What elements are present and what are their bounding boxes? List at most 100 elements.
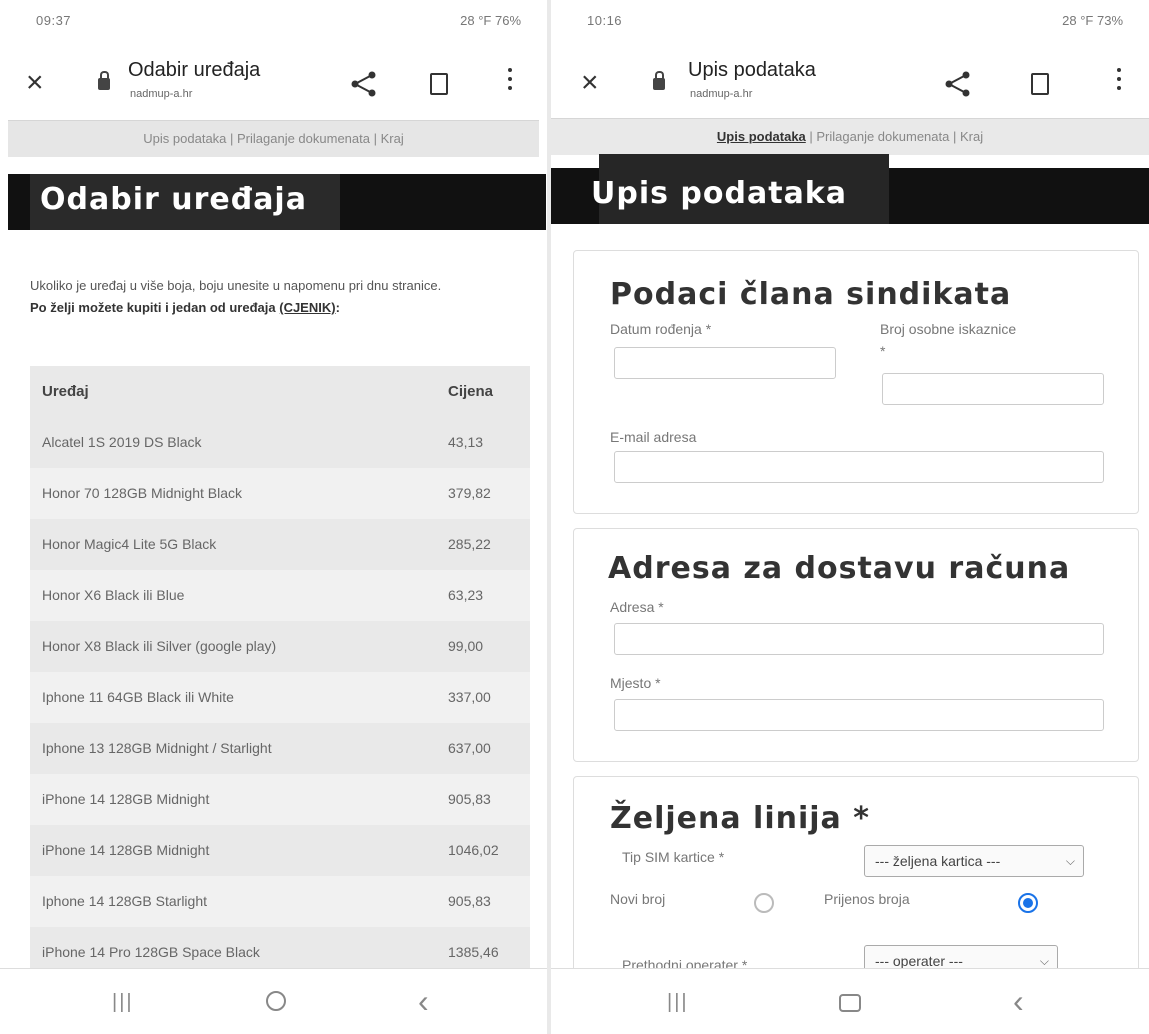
intro-line-1: Ukoliko je uređaj u više boja, boju unes…	[30, 278, 442, 293]
toolbar-title: Upis podataka	[688, 59, 816, 81]
system-nav-bar: ||| ‹	[551, 968, 1149, 1034]
sim-type-label: Tip SIM kartice *	[622, 849, 725, 865]
device-name: Alcatel 1S 2019 DS Black	[42, 434, 202, 450]
lock-icon	[653, 71, 665, 90]
new-number-label: Novi broj	[610, 891, 666, 907]
page-title: Upis podataka	[591, 176, 848, 211]
home-icon[interactable]	[266, 991, 286, 1011]
device-price: 905,83	[448, 893, 491, 909]
menu-icon[interactable]	[508, 68, 512, 95]
share-icon[interactable]	[350, 70, 378, 98]
breadcrumb: Upis podataka | Prilaganje dokumenata | …	[8, 120, 539, 157]
page-title: Odabir uređaja	[40, 182, 307, 217]
address-field[interactable]	[614, 623, 1104, 655]
address-label: Adresa *	[610, 599, 664, 615]
device-price: 637,00	[448, 740, 491, 756]
device-price: 1046,02	[448, 842, 499, 858]
toolbar-title: Odabir uređaja	[128, 59, 261, 81]
status-indicators: 28 °F 73%	[1062, 13, 1123, 28]
browser-toolbar: × Upis podataka nadmup-a.hr	[551, 50, 1149, 116]
port-number-radio[interactable]	[1018, 893, 1038, 913]
status-bar: 09:37 28 °F 76%	[0, 0, 547, 40]
table-row: Iphone 11 64GB Black ili White 337,00	[30, 672, 530, 723]
table-row: Honor X6 Black ili Blue 63,23	[30, 570, 530, 621]
table-header: Uređaj Cijena	[30, 366, 530, 417]
device-price: 63,23	[448, 587, 484, 603]
table-row: Iphone 14 128GB Starlight 905,83	[30, 876, 530, 927]
device-name: Iphone 14 128GB Starlight	[42, 893, 208, 909]
email-field[interactable]	[614, 451, 1104, 483]
menu-icon[interactable]	[1117, 68, 1121, 95]
table-row: iPhone 14 128GB Midnight 905,83	[30, 774, 530, 825]
recents-icon[interactable]: |||	[667, 991, 689, 1014]
device-name: Honor Magic4 Lite 5G Black	[42, 536, 217, 552]
device-name: iPhone 14 128GB Midnight	[42, 791, 210, 807]
intro-line-2: Po želji možete kupiti i jedan od uređaj…	[30, 297, 500, 319]
device-price: 1385,46	[448, 944, 499, 960]
id-number-label: Broj osobne iskaznice	[880, 321, 1017, 337]
id-number-field[interactable]	[882, 373, 1104, 405]
device-price: 337,00	[448, 689, 491, 705]
device-name: Honor X6 Black ili Blue	[42, 587, 185, 603]
device-name: Iphone 11 64GB Black ili White	[42, 689, 234, 705]
table-row: Iphone 13 128GB Midnight / Starlight 637,…	[30, 723, 530, 774]
sim-type-value: --- željena kartica ---	[875, 853, 1001, 869]
intro-line-2-text: Po želji možete kupiti i jedan od uređaj…	[30, 300, 276, 315]
breadcrumb-rest: | Prilaganje dokumenata | Kraj	[805, 129, 984, 144]
city-field[interactable]	[614, 699, 1104, 731]
lock-icon	[98, 71, 110, 90]
close-icon[interactable]: ×	[26, 68, 44, 98]
status-time: 09:37	[36, 13, 72, 28]
system-nav-bar: ||| ‹	[0, 968, 547, 1034]
table-row: Honor X8 Black ili Silver (google play) 9…	[30, 621, 530, 672]
intro-text: Ukoliko je uređaj u više boja, boju unes…	[30, 275, 500, 319]
close-icon[interactable]: ×	[581, 68, 599, 98]
breadcrumb-active[interactable]: Upis podataka	[717, 129, 806, 144]
dob-label: Datum rođenja *	[610, 321, 712, 337]
back-icon[interactable]: ‹	[1013, 983, 1024, 1020]
member-data-card: Podaci člana sindikata Datum rođenja * B…	[573, 250, 1139, 514]
device-name: iPhone 14 128GB Midnight	[42, 842, 210, 858]
intro-colon: :	[335, 300, 340, 315]
operator-value: --- operater ---	[875, 953, 963, 969]
device-name: Honor 70 128GB Midnight Black	[42, 485, 242, 501]
device-table: Uređaj Cijena Alcatel 1S 2019 DS Black 43…	[30, 366, 530, 978]
device-name: Honor X8 Black ili Silver (google play)	[42, 638, 277, 654]
new-number-radio[interactable]	[754, 893, 774, 913]
right-screen: 10:16 28 °F 73% × Upis podataka nadmup-a…	[551, 0, 1149, 1034]
share-icon[interactable]	[944, 70, 972, 98]
table-row: Honor 70 128GB Midnight Black 379,82	[30, 468, 530, 519]
price-list-link[interactable]: (CJENIK)	[279, 300, 335, 315]
billing-address-card: Adresa za dostavu računa Adresa * Mjesto…	[573, 528, 1139, 762]
bookmark-icon[interactable]	[1031, 73, 1049, 95]
back-icon[interactable]: ‹	[418, 983, 429, 1020]
dob-field[interactable]	[614, 347, 836, 379]
status-time: 10:16	[587, 13, 623, 28]
left-screen: 09:37 28 °F 76% × Odabir uređaja nadmup-…	[0, 0, 547, 1034]
status-bar: 10:16 28 °F 73%	[551, 0, 1149, 40]
status-indicators: 28 °F 76%	[460, 13, 521, 28]
bookmark-icon[interactable]	[430, 73, 448, 95]
id-number-required: *	[880, 343, 886, 359]
device-price: 285,22	[448, 536, 491, 552]
email-label: E-mail adresa	[610, 429, 697, 445]
browser-toolbar: × Odabir uređaja nadmup-a.hr	[0, 50, 547, 116]
chevron-down-icon: ⌵	[1065, 854, 1075, 868]
member-card-title: Podaci člana sindikata	[610, 277, 1012, 312]
device-price: 379,82	[448, 485, 491, 501]
toolbar-url: nadmup-a.hr	[130, 88, 193, 100]
device-name: Iphone 13 128GB Midnight / Starlight	[42, 740, 272, 756]
port-number-label: Prijenos broja	[824, 891, 910, 907]
city-label: Mjesto *	[610, 675, 661, 691]
device-price: 99,00	[448, 638, 484, 654]
toolbar-url: nadmup-a.hr	[690, 88, 753, 100]
sim-type-select[interactable]: --- željena kartica --- ⌵	[864, 845, 1084, 877]
device-price: 905,83	[448, 791, 491, 807]
device-price: 43,13	[448, 434, 484, 450]
address-card-title: Adresa za dostavu računa	[608, 551, 1071, 586]
home-icon[interactable]	[839, 994, 861, 1012]
header-price: Cijena	[448, 383, 494, 400]
line-card-title: Željena linija *	[610, 801, 870, 836]
recents-icon[interactable]: |||	[112, 991, 134, 1014]
header-device: Uređaj	[42, 383, 89, 400]
